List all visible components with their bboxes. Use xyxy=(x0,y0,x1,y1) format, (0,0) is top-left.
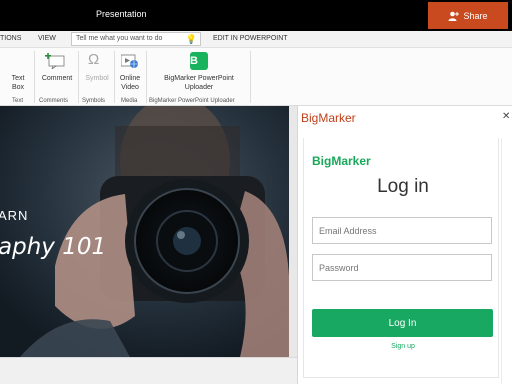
text-group-label: Text xyxy=(12,98,24,104)
media-group-label: Media xyxy=(121,98,138,104)
text-box-button[interactable]: Text Box xyxy=(8,74,28,92)
omega-icon: Ω xyxy=(88,51,100,68)
notes-strip xyxy=(0,357,297,384)
tab-view[interactable]: VIEW xyxy=(38,35,56,42)
symbol-button[interactable]: Symbol xyxy=(81,74,113,83)
comment-icon xyxy=(45,53,65,69)
camera-photo xyxy=(0,106,289,357)
comments-group: Comment Comments xyxy=(35,48,77,106)
bigmarker-uploader-icon: B xyxy=(190,52,208,70)
online-video-button[interactable]: Online Video xyxy=(115,74,145,92)
app-root: Presentation Share TIONS VIEW EDIT IN PO… xyxy=(0,0,512,384)
online-video-icon xyxy=(121,54,138,68)
bigmarker-uploader-button[interactable]: BigMarker PowerPoint Uploader xyxy=(157,74,241,92)
ribbon: Text Box Text Comment Comments Ω Symbol … xyxy=(0,48,512,106)
uploader-group: B BigMarker PowerPoint Uploader BigMarke… xyxy=(147,48,250,106)
addin-task-pane: BigMarker ✕ BigMarker Log in Log In Sign… xyxy=(297,106,512,384)
tab-animations[interactable]: TIONS xyxy=(0,35,21,42)
uploader-group-label: BigMarker PowerPoint Uploader xyxy=(149,98,235,104)
share-label: Share xyxy=(463,10,488,21)
bigmarker-logo: BigMarker xyxy=(312,154,371,168)
symbols-group-label: Symbols xyxy=(82,98,106,104)
slide-title: aphy 101 xyxy=(0,234,107,260)
tell-me-search[interactable]: Tell me what you want to do 💡 xyxy=(71,32,201,46)
add-person-icon xyxy=(448,11,460,21)
password-field[interactable] xyxy=(312,254,492,281)
text-group: Text Box Text xyxy=(0,48,34,106)
login-button[interactable]: Log In xyxy=(312,309,493,337)
share-button[interactable]: Share xyxy=(428,2,508,29)
bigmarker-icon-letter: B xyxy=(190,52,208,70)
symbols-group: Ω Symbol Symbols xyxy=(79,48,113,106)
editor-background xyxy=(289,106,297,357)
signup-link[interactable]: Sign up xyxy=(298,343,508,350)
slide-subtitle: ARN xyxy=(0,208,29,223)
tell-me-placeholder: Tell me what you want to do xyxy=(76,35,163,42)
email-field[interactable] xyxy=(312,217,492,244)
document-title: Presentation xyxy=(96,9,147,19)
slide-canvas[interactable]: ARN aphy 101 xyxy=(0,106,289,357)
comment-button[interactable]: Comment xyxy=(37,74,77,83)
divider xyxy=(250,51,251,103)
pane-title: BigMarker xyxy=(301,111,356,125)
title-bar: Presentation Share xyxy=(0,0,512,31)
media-group: Online Video Media xyxy=(115,48,145,106)
login-heading: Log in xyxy=(377,176,429,197)
close-icon[interactable]: ✕ xyxy=(502,111,510,122)
tab-edit-in-powerpoint[interactable]: EDIT IN POWERPOINT xyxy=(213,35,288,42)
lightbulb-icon: 💡 xyxy=(185,34,197,44)
comments-group-label: Comments xyxy=(39,98,69,104)
